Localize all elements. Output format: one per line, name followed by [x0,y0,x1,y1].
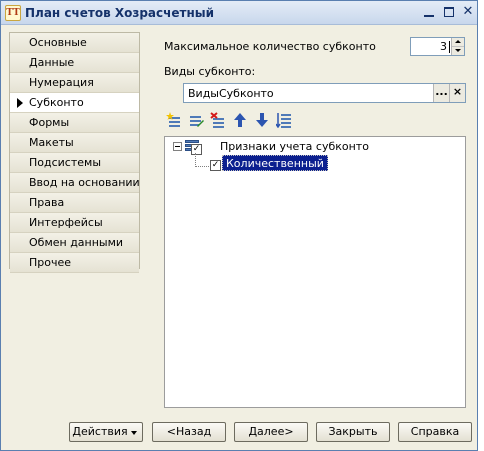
tab-label: Макеты [29,136,74,149]
subconto-tree[interactable]: ✓ Признаки учета субконто ✓ Количественн… [164,136,466,408]
tab-label: Основные [29,36,87,49]
sort-icon[interactable] [275,112,293,130]
add-icon[interactable] [165,112,183,130]
window-title: План счетов Хозрасчетный [25,6,215,20]
tab-label: Формы [29,116,70,129]
tab-obmen-dannymi[interactable]: Обмен данными [10,233,139,253]
tab-label: Нумерация [29,76,94,89]
max-subconto-value: 3 [440,40,447,53]
subconto-types-value: ВидыСубконто [188,87,274,100]
subconto-types-label: Виды субконто: [164,65,256,78]
close-window-button[interactable]: ✕ [460,4,476,20]
help-button[interactable]: Справка [398,422,472,442]
back-button[interactable]: <Назад [152,422,226,442]
title-bar: ТТ План счетов Хозрасчетный ✕ [1,1,477,25]
tab-label: Подсистемы [29,156,102,169]
actions-dropdown[interactable]: Действия [69,422,143,442]
browse-button[interactable]: ... [433,84,449,102]
tab-dannye[interactable]: Данные [10,53,139,73]
tab-prochee[interactable]: Прочее [10,253,139,273]
dialog-window: ТТ План счетов Хозрасчетный ✕ Основные Д… [0,0,478,451]
spin-up-icon[interactable] [452,38,464,46]
tab-label: Обмен данными [29,236,124,249]
tab-prava[interactable]: Права [10,193,139,213]
tab-label: Права [29,196,65,209]
tab-vvod-na-osnovanii[interactable]: Ввод на основании [10,173,140,193]
close-button[interactable]: Закрыть [316,422,390,442]
active-tab-arrow-icon [17,98,23,108]
child-checkbox[interactable]: ✓ [210,160,221,171]
tree-child-label[interactable]: Количественный [222,155,328,171]
text-caret [449,41,450,53]
tab-label: Данные [29,56,75,69]
tab-label: Ввод на основании [29,176,140,189]
max-subconto-label: Максимальное количество субконто [164,40,376,53]
maximize-icon [444,7,454,17]
minimize-button[interactable] [421,4,437,20]
tree-line [195,153,196,167]
tree-line [195,166,209,167]
max-subconto-field[interactable]: 3 [410,37,465,56]
tab-podsistemy[interactable]: Подсистемы [10,153,139,173]
tab-interfeysy[interactable]: Интерфейсы [10,213,139,233]
subconto-types-field[interactable]: ВидыСубконто ... × [183,83,466,103]
minimize-icon [424,15,434,17]
maximize-button[interactable] [441,4,457,20]
root-checkbox[interactable]: ✓ [191,144,202,155]
spin-buttons[interactable] [451,38,464,55]
tab-list: Основные Данные Нумерация Субконто Формы… [9,32,140,273]
tab-label: Интерфейсы [29,216,103,229]
collapse-icon[interactable] [173,142,182,151]
tab-subkonto[interactable]: Субконто [10,93,139,113]
tab-label: Прочее [29,256,72,269]
tab-label: Субконто [29,96,84,109]
tab-osnovnye[interactable]: Основные [10,33,139,53]
clear-button[interactable]: × [449,84,465,102]
tab-numeratsiya[interactable]: Нумерация [10,73,139,93]
actions-label: Действия [72,425,128,438]
tab-formy[interactable]: Формы [10,113,139,133]
tree-root-label[interactable]: Признаки учета субконто [220,140,369,153]
next-button[interactable]: Далее> [234,422,308,442]
spin-down-icon[interactable] [452,46,464,54]
move-up-icon[interactable] [231,112,249,130]
delete-icon[interactable] [209,112,227,130]
close-icon: ✕ [462,4,474,19]
move-down-icon[interactable] [253,112,271,130]
app-icon: ТТ [5,5,21,21]
chevron-down-icon [131,431,137,435]
edit-icon[interactable] [187,112,205,130]
tab-makety[interactable]: Макеты [10,133,139,153]
